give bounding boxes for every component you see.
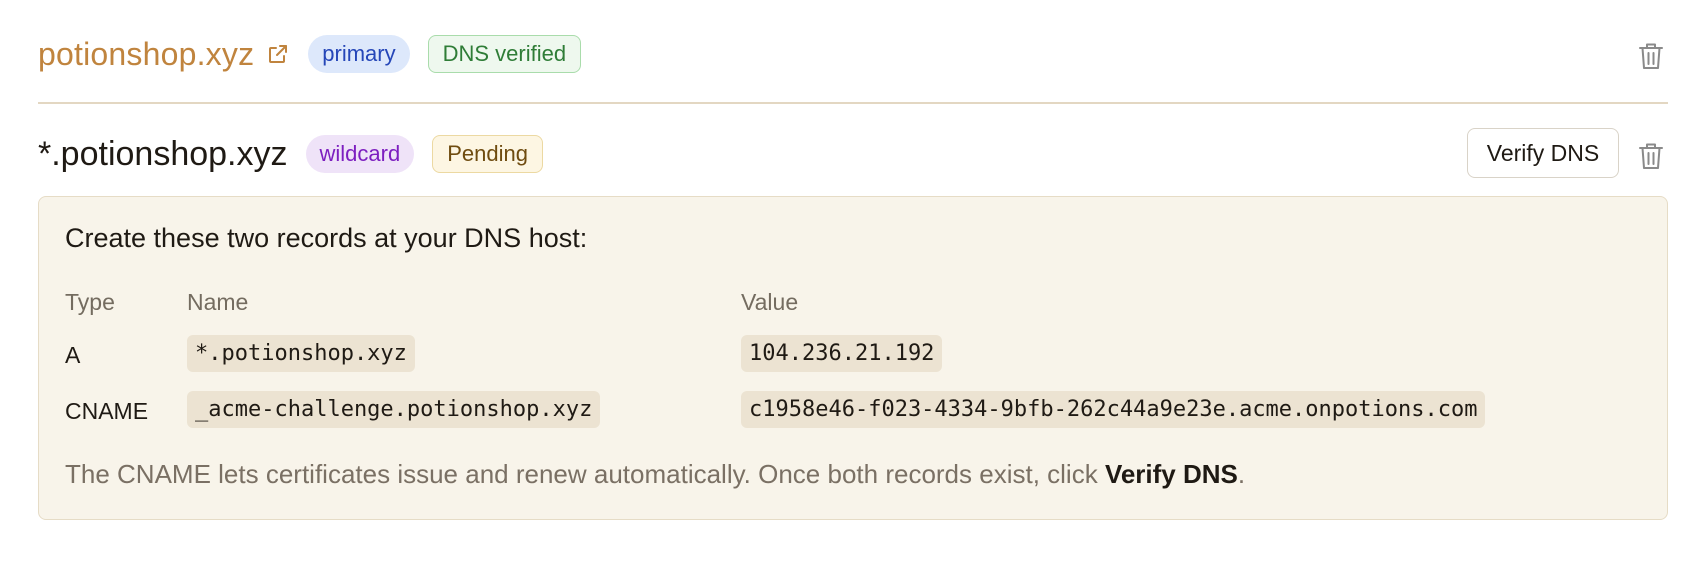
header-type: Type	[65, 289, 115, 315]
record-a-name[interactable]: *.potionshop.xyz	[187, 335, 415, 372]
instructions-note: The CNAME lets certificates issue and re…	[65, 459, 1245, 490]
header-value: Value	[741, 289, 799, 315]
primary-domain-link[interactable]: potionshop.xyz	[38, 36, 254, 73]
custom-domains-section: potionshop.xyz primary DNS verified *.po…	[0, 0, 1706, 574]
record-a-value[interactable]: 104.236.21.192	[741, 335, 943, 372]
divider	[38, 102, 1668, 104]
dns-instructions-panel: Create these two records at your DNS hos…	[38, 196, 1668, 520]
record-cname-value[interactable]: c1958e46-f023-4334-9bfb-262c44a9e23e.acm…	[741, 391, 1486, 428]
wildcard-badge: wildcard	[305, 135, 415, 173]
delete-wildcard-domain-trash-icon[interactable]	[1638, 141, 1664, 171]
verify-dns-button[interactable]: Verify DNS	[1467, 128, 1619, 178]
note-end: .	[1237, 459, 1246, 489]
header-name: Name	[187, 289, 249, 315]
record-cname-type: CNAME	[65, 398, 149, 424]
primary-domain-row: potionshop.xyz primary DNS verified	[38, 28, 1668, 80]
external-link-icon[interactable]	[266, 42, 290, 66]
panel-title: Create these two records at your DNS hos…	[65, 223, 588, 253]
wildcard-domain-name: *.potionshop.xyz	[38, 134, 288, 173]
record-a-type: A	[65, 342, 81, 368]
wildcard-domain-row: *.potionshop.xyz wildcard Pending	[38, 126, 543, 182]
primary-badge: primary	[308, 35, 410, 73]
delete-primary-domain-trash-icon[interactable]	[1638, 41, 1664, 71]
note-verify-dns: Verify DNS	[1104, 459, 1238, 489]
record-cname-name[interactable]: _acme-challenge.potionshop.xyz	[187, 391, 601, 428]
dns-verified-badge: DNS verified	[427, 35, 582, 73]
pending-badge: Pending	[432, 135, 543, 173]
note-text: The CNAME lets certificates issue and re…	[65, 459, 1105, 489]
